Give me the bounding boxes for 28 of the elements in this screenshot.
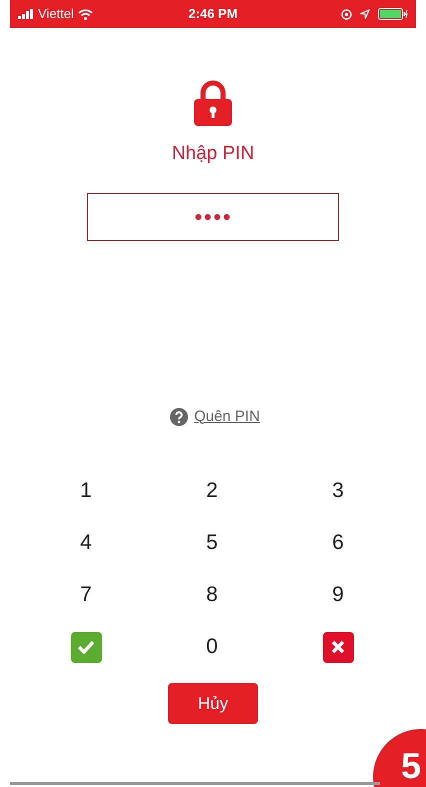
battery-icon [378,8,408,20]
digit-key[interactable]: 0 [192,627,232,667]
pin-field[interactable]: ●●●● [87,192,339,240]
close-icon [331,640,345,654]
help-icon [170,408,188,426]
status-time: 2:46 PM [188,6,238,22]
digit-key[interactable]: 2 [192,471,232,511]
digit-key[interactable]: 1 [66,471,106,511]
location-icon [360,9,370,19]
digit-key[interactable]: 9 [318,575,358,615]
lock-rotation-icon [341,8,352,20]
pin-prompt: Nhập PIN [172,142,254,166]
wifi-icon [78,8,93,20]
digit-key[interactable]: 6 [318,523,358,563]
carrier-name: Viettel [38,5,74,24]
signal-icon [18,9,34,19]
cancel-button[interactable]: Hủy [168,683,258,724]
clear-button[interactable] [322,632,354,662]
confirm-button[interactable] [70,632,102,662]
checkmark-icon [77,640,95,654]
digit-key[interactable]: 5 [192,523,232,563]
digit-key[interactable]: 3 [318,471,358,511]
step-badge: 5 [373,729,426,787]
digit-key[interactable]: 7 [66,575,106,615]
lock-icon [194,80,232,126]
digit-key[interactable]: 8 [192,575,232,615]
forgot-pin-link[interactable]: Quên PIN [194,406,260,428]
digit-key[interactable]: 4 [66,523,106,563]
